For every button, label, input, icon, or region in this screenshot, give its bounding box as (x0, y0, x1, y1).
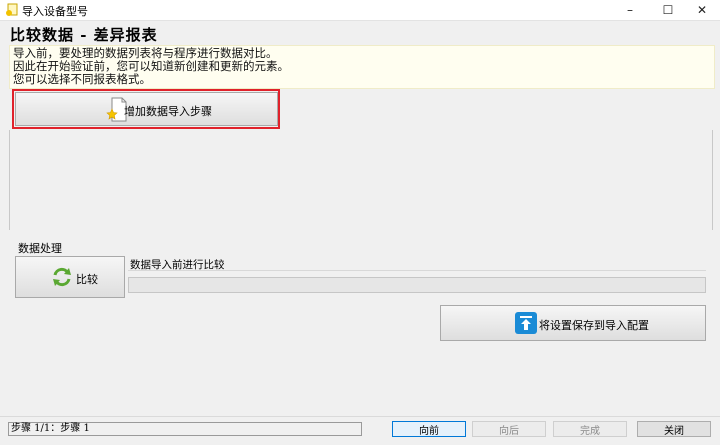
add-import-step-button[interactable]: 增加数据导入步骤 (15, 92, 278, 126)
compare-button[interactable]: 比较 (15, 256, 125, 298)
next-button[interactable]: 向后 (472, 421, 546, 437)
info-panel: 导入前，要处理的数据列表将与程序进行数据对比。 因此在开始验证前，您可以知道新创… (9, 45, 715, 89)
step-indicator: 步骤 1/1：步骤 1 (8, 422, 362, 436)
title-bar: 导入设备型号 – ☐ ✕ (0, 0, 720, 21)
info-line-3: 您可以选择不同报表格式。 (13, 72, 151, 86)
compare-label: 比较 (76, 273, 98, 286)
app-icon (6, 3, 18, 16)
minimize-button[interactable]: – (612, 0, 648, 20)
finish-button[interactable]: 完成 (553, 421, 627, 437)
upload-icon (515, 312, 537, 334)
save-to-import-config-button[interactable]: 将设置保存到导入配置 (440, 305, 706, 341)
refresh-icon (53, 267, 71, 287)
previous-button[interactable]: 向前 (392, 421, 466, 437)
window-title: 导入设备型号 (22, 5, 88, 18)
panel-border (9, 130, 10, 230)
save-to-import-config-label: 将设置保存到导入配置 (539, 319, 649, 332)
progress-bar (128, 277, 706, 293)
panel-border (712, 130, 713, 230)
section-label-data-processing: 数据处理 (18, 242, 62, 255)
maximize-button[interactable]: ☐ (650, 0, 686, 20)
divider (128, 270, 706, 271)
add-import-step-label: 增加数据导入步骤 (124, 105, 212, 118)
page-title: 比较数据 - 差异报表 (10, 26, 158, 44)
footer-divider (0, 416, 720, 417)
close-window-button[interactable]: ✕ (684, 0, 720, 20)
close-button[interactable]: 关闭 (637, 421, 711, 437)
